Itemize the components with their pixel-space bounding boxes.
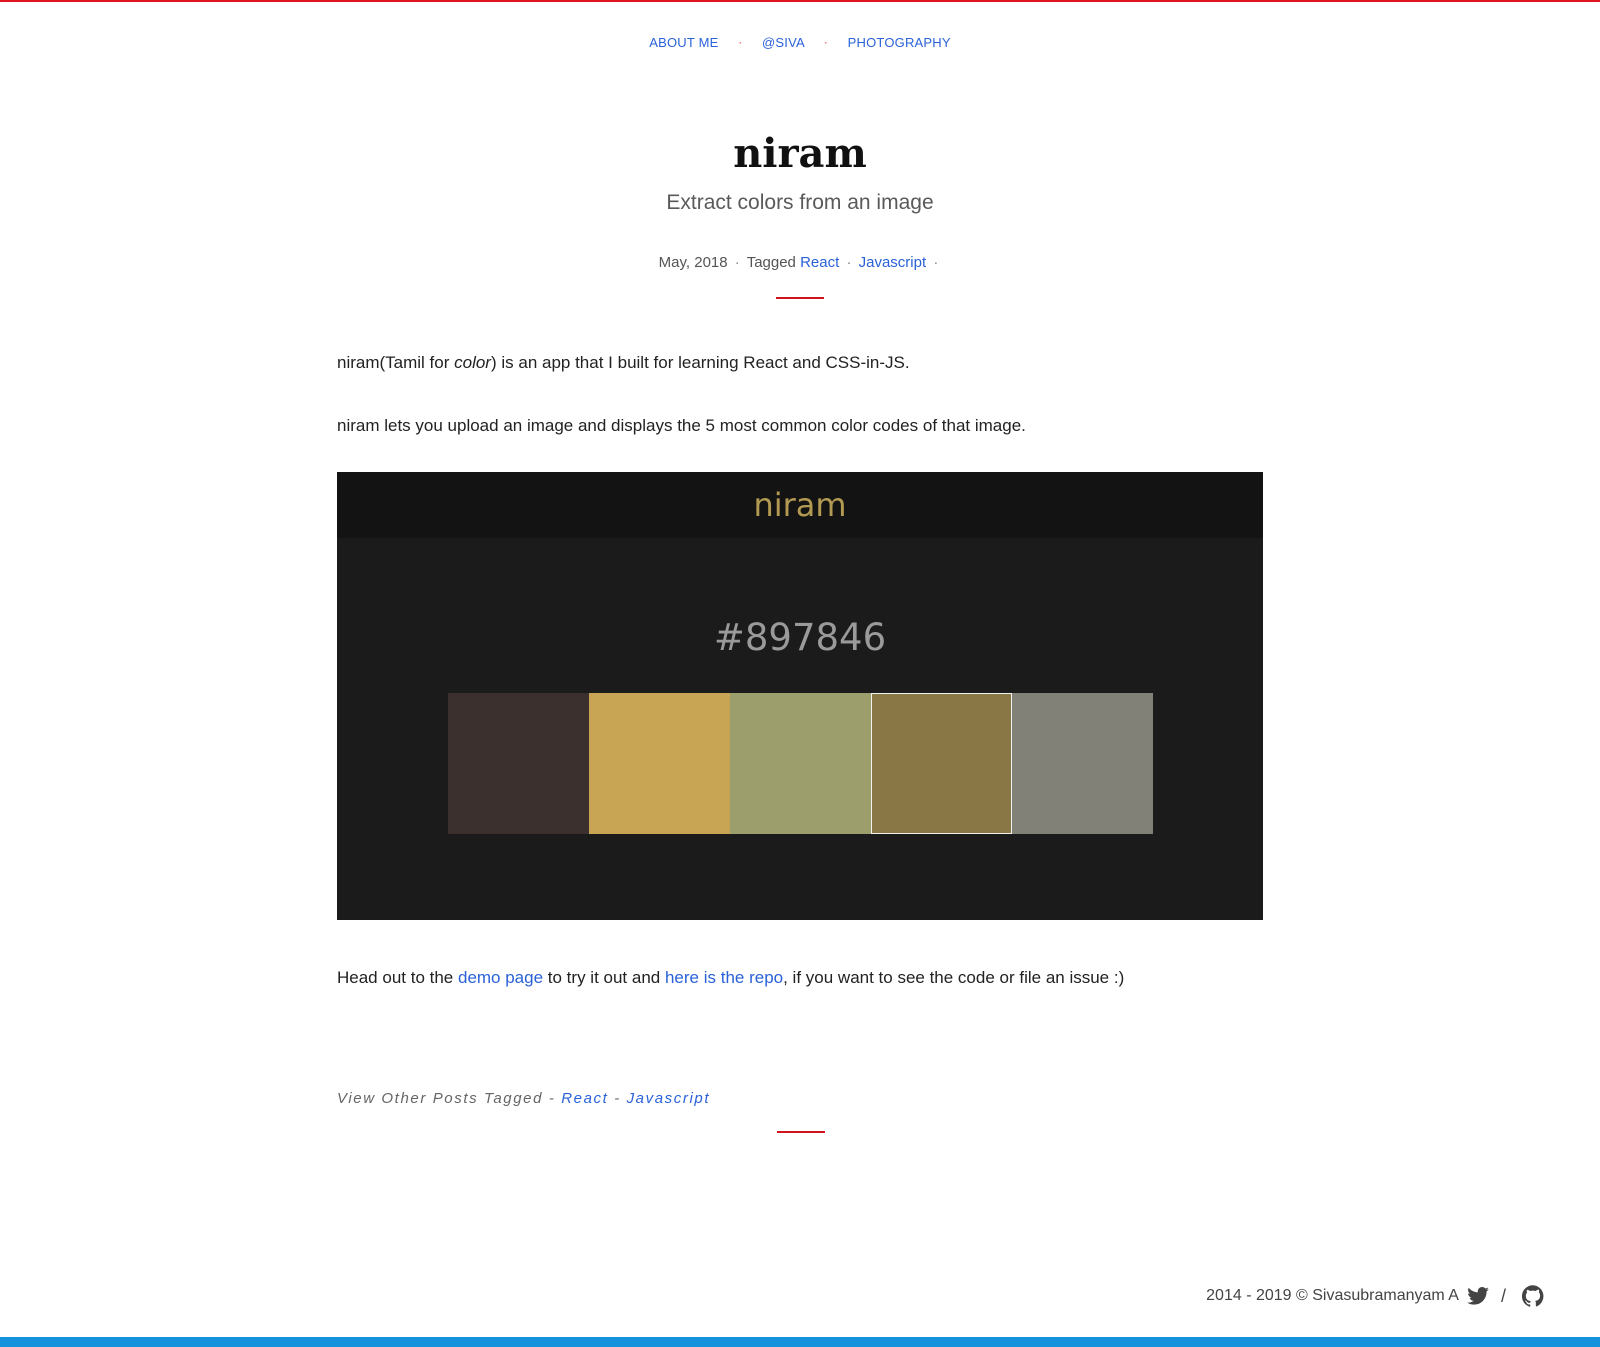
top-accent-rule xyxy=(0,0,1600,2)
copyright-text: 2014 - 2019 © Sivasubramanyam A xyxy=(1206,1287,1459,1304)
site-footer: 2014 - 2019 © Sivasubramanyam A / xyxy=(1206,1285,1544,1307)
paragraph-description: niram lets you upload an image and displ… xyxy=(337,416,1026,435)
demo-page-link[interactable]: demo page xyxy=(458,968,543,987)
github-icon[interactable] xyxy=(1522,1285,1544,1307)
nav-photography[interactable]: PHOTOGRAPHY xyxy=(848,35,951,50)
other-tag-react-link[interactable]: React xyxy=(561,1090,608,1107)
paragraph-links: Head out to the demo page to try it out … xyxy=(337,968,1125,987)
app-header: niram xyxy=(337,472,1263,538)
top-nav: ABOUT ME · @SIVA · PHOTOGRAPHY xyxy=(0,35,1600,50)
nav-about-me[interactable]: ABOUT ME xyxy=(649,35,718,50)
app-screenshot: niram #897846 xyxy=(337,472,1263,920)
nav-separator: · xyxy=(738,37,743,49)
tag-react-link[interactable]: React xyxy=(800,254,839,271)
post-meta: May, 2018 · Tagged React · Javascript · xyxy=(658,254,939,271)
color-swatch[interactable] xyxy=(730,693,871,834)
repo-link[interactable]: here is the repo xyxy=(665,968,783,987)
post-date: May, 2018 xyxy=(658,254,728,271)
tagged-label: Tagged xyxy=(746,254,796,271)
other-tag-javascript-link[interactable]: Javascript xyxy=(627,1090,711,1107)
color-swatch[interactable] xyxy=(871,693,1012,834)
twitter-icon[interactable] xyxy=(1467,1287,1489,1305)
other-posts-tagged: View Other Posts Tagged - React - Javasc… xyxy=(337,1090,711,1107)
bottom-accent-bar xyxy=(0,1337,1600,1347)
post-subtitle: Extract colors from an image xyxy=(666,191,934,214)
color-swatches xyxy=(448,693,1153,834)
color-swatch[interactable] xyxy=(448,693,589,834)
tag-javascript-link[interactable]: Javascript xyxy=(859,254,927,271)
footer-slash: / xyxy=(1500,1285,1506,1306)
nav-siva[interactable]: @SIVA xyxy=(762,35,804,50)
other-posts-label: View Other Posts Tagged - xyxy=(337,1090,556,1107)
nav-separator: · xyxy=(823,37,828,49)
color-swatch[interactable] xyxy=(1012,693,1153,834)
header-divider xyxy=(776,297,824,299)
post-title: niram xyxy=(733,130,867,177)
footer-divider xyxy=(777,1131,825,1133)
emphasis-color: color xyxy=(454,353,491,372)
app-logo-title: niram xyxy=(753,486,847,524)
selected-hex-code: #897846 xyxy=(713,616,887,659)
color-swatch[interactable] xyxy=(589,693,730,834)
paragraph-intro: niram(Tamil for color) is an app that I … xyxy=(337,353,910,372)
